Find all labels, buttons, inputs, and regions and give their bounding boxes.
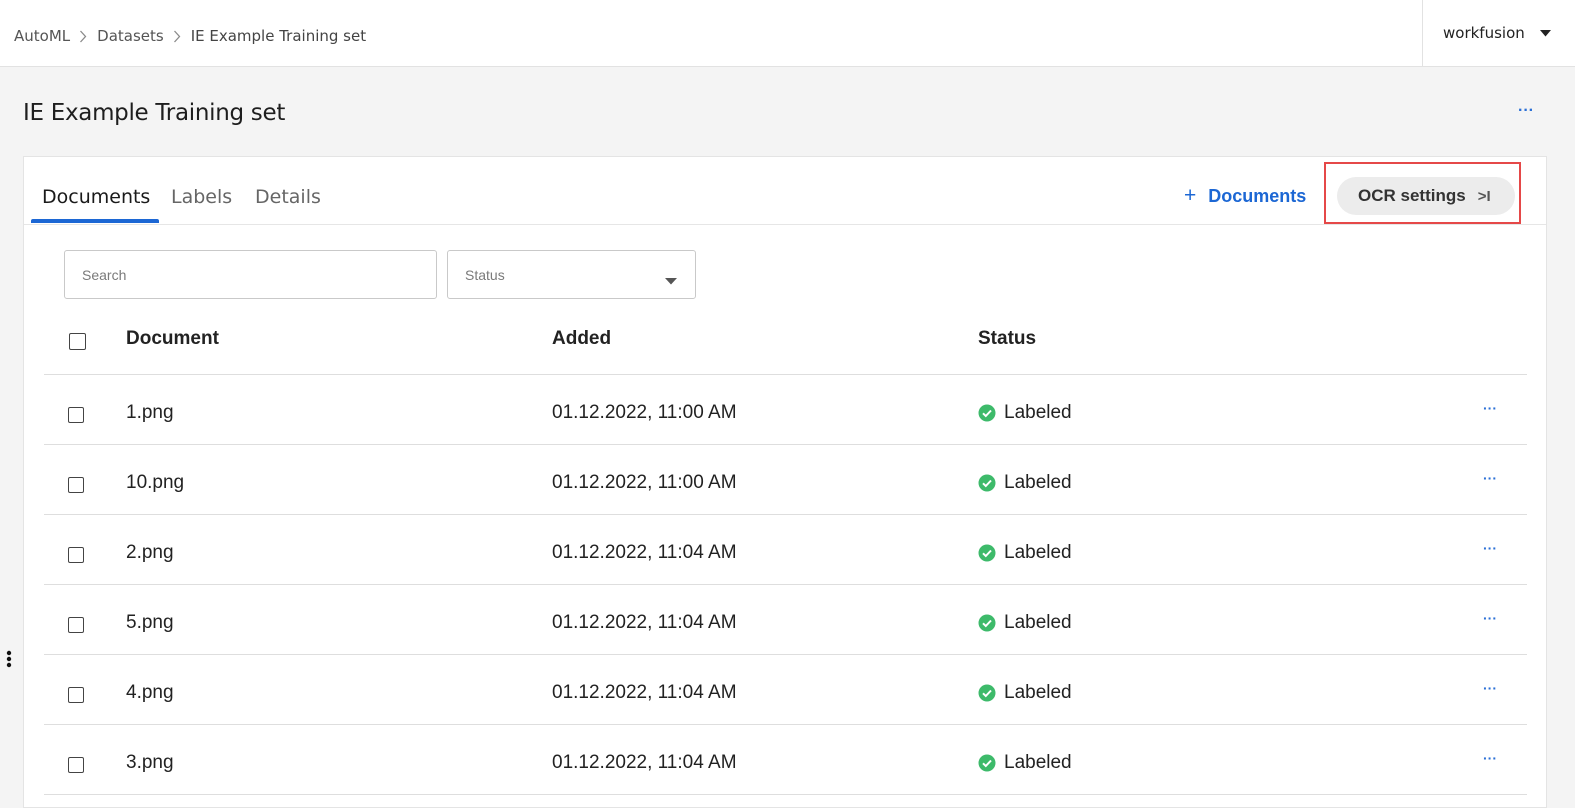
status-label: Labeled [1004, 682, 1072, 703]
page-title: IE Example Training set [23, 100, 286, 126]
document-name[interactable]: 5.png [126, 612, 174, 634]
top-bar: AutoML Datasets IE Example Training set … [0, 0, 1575, 67]
added-date: 01.12.2022, 11:00 AM [552, 402, 737, 423]
status-cell: Labeled [978, 402, 1072, 424]
select-all-checkbox[interactable] [69, 333, 86, 350]
added-date: 01.12.2022, 11:04 AM [552, 612, 737, 633]
add-documents-button[interactable]: + Documents [1184, 184, 1306, 208]
documents-card: Documents Labels Details + Documents OCR… [23, 156, 1547, 808]
ocr-settings-button[interactable]: OCR settings >I [1337, 177, 1515, 215]
plus-icon: + [1184, 184, 1197, 207]
chevron-right-icon [173, 30, 181, 43]
row-more-button[interactable]: ··· [1480, 610, 1500, 630]
page-more-button[interactable]: ··· [1514, 102, 1538, 122]
row-more-button[interactable]: ··· [1480, 680, 1500, 700]
document-name[interactable]: 4.png [126, 682, 174, 704]
row-checkbox[interactable] [68, 687, 84, 703]
document-name[interactable]: 3.png [126, 752, 174, 774]
document-name[interactable]: 2.png [126, 542, 174, 564]
check-circle-icon [978, 474, 996, 492]
tab-labels[interactable]: Labels [171, 186, 232, 208]
status-filter-select[interactable]: Status [447, 250, 696, 299]
status-filter-placeholder: Status [465, 266, 505, 283]
caret-down-icon [1539, 29, 1551, 37]
column-header-added[interactable]: Added [552, 328, 611, 350]
table-row[interactable]: 1.png 01.12.2022, 11:00 AM Labeled ··· [44, 375, 1527, 445]
check-circle-icon [978, 404, 996, 422]
caret-down-icon [665, 272, 677, 290]
search-input[interactable] [64, 250, 437, 299]
row-more-button[interactable]: ··· [1480, 540, 1500, 560]
add-documents-label: Documents [1208, 185, 1307, 206]
check-circle-icon [978, 614, 996, 632]
user-menu[interactable]: workfusion [1422, 0, 1575, 66]
document-name[interactable]: 10.png [126, 472, 184, 494]
row-checkbox[interactable] [68, 617, 84, 633]
status-label: Labeled [1004, 402, 1072, 423]
ocr-settings-label: OCR settings [1358, 186, 1466, 205]
check-circle-icon [978, 684, 996, 702]
column-header-document[interactable]: Document [126, 328, 219, 350]
more-vertical-icon[interactable] [6, 650, 12, 668]
table-row[interactable]: 10.png 01.12.2022, 11:00 AM Labeled ··· [44, 445, 1527, 515]
check-circle-icon [978, 754, 996, 772]
status-cell: Labeled [978, 682, 1072, 704]
chevron-right-icon [79, 30, 87, 43]
active-tab-indicator [31, 219, 159, 223]
status-label: Labeled [1004, 752, 1072, 773]
row-checkbox[interactable] [68, 757, 84, 773]
row-checkbox[interactable] [68, 547, 84, 563]
added-date: 01.12.2022, 11:04 AM [552, 752, 737, 773]
table-row[interactable]: 2.png 01.12.2022, 11:04 AM Labeled ··· [44, 515, 1527, 585]
table-header: Document Added Status [44, 317, 1527, 375]
breadcrumb: AutoML Datasets IE Example Training set [14, 26, 366, 46]
user-name: workfusion [1443, 24, 1525, 42]
status-cell: Labeled [978, 612, 1072, 634]
status-label: Labeled [1004, 472, 1072, 493]
status-cell: Labeled [978, 542, 1072, 564]
collapse-panel-icon: >I [1477, 187, 1491, 205]
row-checkbox[interactable] [68, 407, 84, 423]
document-name[interactable]: 1.png [126, 402, 174, 424]
tab-bar: Documents Labels Details + Documents OCR… [24, 157, 1546, 225]
status-label: Labeled [1004, 612, 1072, 633]
status-cell: Labeled [978, 472, 1072, 494]
breadcrumb-automl[interactable]: AutoML [14, 27, 70, 45]
added-date: 01.12.2022, 11:04 AM [552, 542, 737, 563]
breadcrumb-current: IE Example Training set [190, 27, 367, 45]
added-date: 01.12.2022, 11:00 AM [552, 472, 737, 493]
row-more-button[interactable]: ··· [1480, 400, 1500, 420]
row-more-button[interactable]: ··· [1480, 470, 1500, 490]
row-checkbox[interactable] [68, 477, 84, 493]
column-header-status[interactable]: Status [978, 328, 1036, 350]
breadcrumb-datasets[interactable]: Datasets [97, 27, 164, 45]
added-date: 01.12.2022, 11:04 AM [552, 682, 737, 703]
tab-documents[interactable]: Documents [42, 186, 150, 208]
status-label: Labeled [1004, 542, 1072, 563]
row-more-button[interactable]: ··· [1480, 750, 1500, 770]
check-circle-icon [978, 544, 996, 562]
table-row[interactable]: 3.png 01.12.2022, 11:04 AM Labeled ··· [44, 725, 1527, 795]
table-row[interactable]: 5.png 01.12.2022, 11:04 AM Labeled ··· [44, 585, 1527, 655]
table-row[interactable]: 4.png 01.12.2022, 11:04 AM Labeled ··· [44, 655, 1527, 725]
status-cell: Labeled [978, 752, 1072, 774]
tab-details[interactable]: Details [255, 186, 321, 208]
